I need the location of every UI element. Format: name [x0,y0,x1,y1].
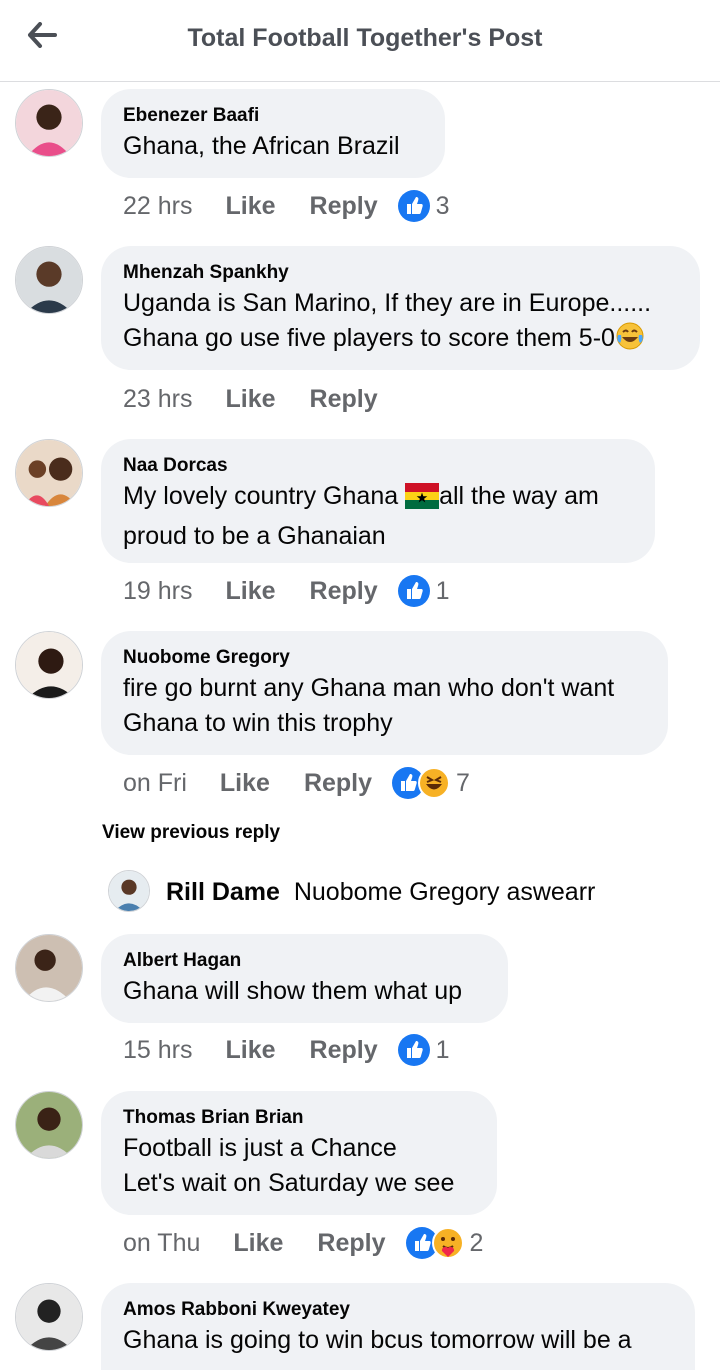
care-reaction-icon [431,1227,464,1259]
like-button[interactable]: Like [225,192,275,221]
avatar[interactable] [15,246,83,314]
comment-time[interactable]: on Fri [123,769,187,798]
reply-button[interactable]: Reply [317,1229,385,1258]
tears-of-joy-emoji [615,321,645,361]
avatar[interactable] [15,1283,83,1351]
comment-text-line: proud to be a Ghanaian [123,522,386,550]
reaction-count: 2 [469,1228,484,1257]
comment-text-line: Football is just a Chance [123,1134,397,1162]
comment-bubble[interactable]: Ebenezer Baafi Ghana, the African Brazil [101,89,445,178]
comment-bubble[interactable]: Amos Rabboni Kweyatey Ghana is going to … [101,1283,695,1370]
reply-button[interactable]: Reply [310,1036,378,1065]
comment-actions: 19 hrs Like Reply 1 [123,571,450,611]
comment-text-line: Let's wait on Saturday we see [123,1169,455,1197]
comment-author[interactable]: Mhenzah Spankhy [123,261,678,285]
comment-time[interactable]: 22 hrs [123,192,192,221]
comment-author[interactable]: Thomas Brian Brian [123,1106,475,1130]
comment-text: Ghana, the African Brazil [123,132,400,160]
comment-text: Ghana will show them what up [123,977,463,1005]
comment-actions: 23 hrs Like Reply [123,379,378,419]
view-previous-reply-link[interactable]: View previous reply [102,822,280,844]
comment-text-line: all the way am [439,482,599,510]
comment-actions: on Fri Like Reply 7 [123,763,470,803]
reactions-summary[interactable]: 2 [405,1227,484,1259]
ghana-flag-emoji [405,483,440,519]
comment-time[interactable]: 19 hrs [123,577,192,606]
like-button[interactable]: Like [225,577,275,606]
comment-author[interactable]: Naa Dorcas [123,454,633,478]
haha-reaction-icon [418,767,451,799]
reply-button[interactable]: Reply [310,192,378,221]
comment-text-line: My lovely country Ghana [123,482,406,510]
comment-text-line: Ghana is going to win bcus tomorrow will… [123,1326,632,1354]
comment-actions: 22 hrs Like Reply 3 [123,186,450,226]
comment-bubble[interactable]: Nuobome Gregory fire go burnt any Ghana … [101,631,668,755]
comment-bubble[interactable]: Thomas Brian Brian Football is just a Ch… [101,1091,497,1215]
like-reaction-icon [397,575,430,607]
comment-author[interactable]: Nuobome Gregory [123,646,646,670]
avatar[interactable] [15,439,83,507]
reply-button[interactable]: Reply [310,577,378,606]
avatar[interactable] [15,89,83,157]
comment-time[interactable]: 15 hrs [123,1036,192,1065]
comment-actions: 15 hrs Like Reply 1 [123,1030,450,1070]
like-button[interactable]: Like [220,769,270,798]
comment-author[interactable]: Albert Hagan [123,949,486,973]
reply-preview[interactable]: Rill Dame Nuobome Gregory aswearr [166,878,595,907]
reply-button[interactable]: Reply [304,769,372,798]
reaction-count: 3 [435,191,450,220]
comment-actions: on Thu Like Reply 2 [123,1223,483,1263]
comment-time[interactable]: on Thu [123,1229,200,1258]
comment-text-line: Uganda is San Marino, If they are in Eur… [123,289,652,317]
comment-bubble[interactable]: Albert Hagan Ghana will show them what u… [101,934,508,1023]
comment-author[interactable]: Amos Rabboni Kweyatey [123,1298,673,1322]
avatar[interactable] [15,934,83,1002]
reactions-summary[interactable]: 7 [392,767,470,799]
comment-time[interactable]: 23 hrs [123,385,192,414]
reply-avatar[interactable] [108,870,150,912]
reply-button[interactable]: Reply [310,385,378,414]
reactions-summary[interactable]: 3 [397,190,450,222]
like-reaction-icon [397,190,430,222]
like-button[interactable]: Like [225,1036,275,1065]
reactions-summary[interactable]: 1 [397,575,450,607]
reactions-summary[interactable]: 1 [397,1034,450,1066]
page-title: Total Football Together's Post [187,24,543,52]
reaction-count: 1 [435,1035,450,1064]
comment-bubble[interactable]: Naa Dorcas My lovely country Ghana all t… [101,439,655,563]
comment-text-line: Ghana to win this trophy [123,709,393,737]
comment-author[interactable]: Ebenezer Baafi [123,104,423,128]
comment-text-line: Ghana go use five players to score them … [123,324,615,352]
reply-author[interactable]: Rill Dame [166,878,280,906]
like-reaction-icon [397,1034,430,1066]
comment-text-line: fire go burnt any Ghana man who don't wa… [123,674,615,702]
like-button[interactable]: Like [225,385,275,414]
avatar[interactable] [15,631,83,699]
reaction-count: 1 [435,576,450,605]
avatar[interactable] [15,1091,83,1159]
reaction-count: 7 [456,768,470,797]
top-bar: Total Football Together's Post [0,0,720,82]
like-button[interactable]: Like [233,1229,283,1258]
comment-bubble[interactable]: Mhenzah Spankhy Uganda is San Marino, If… [101,246,700,370]
reply-text: Nuobome Gregory aswearr [293,878,596,906]
